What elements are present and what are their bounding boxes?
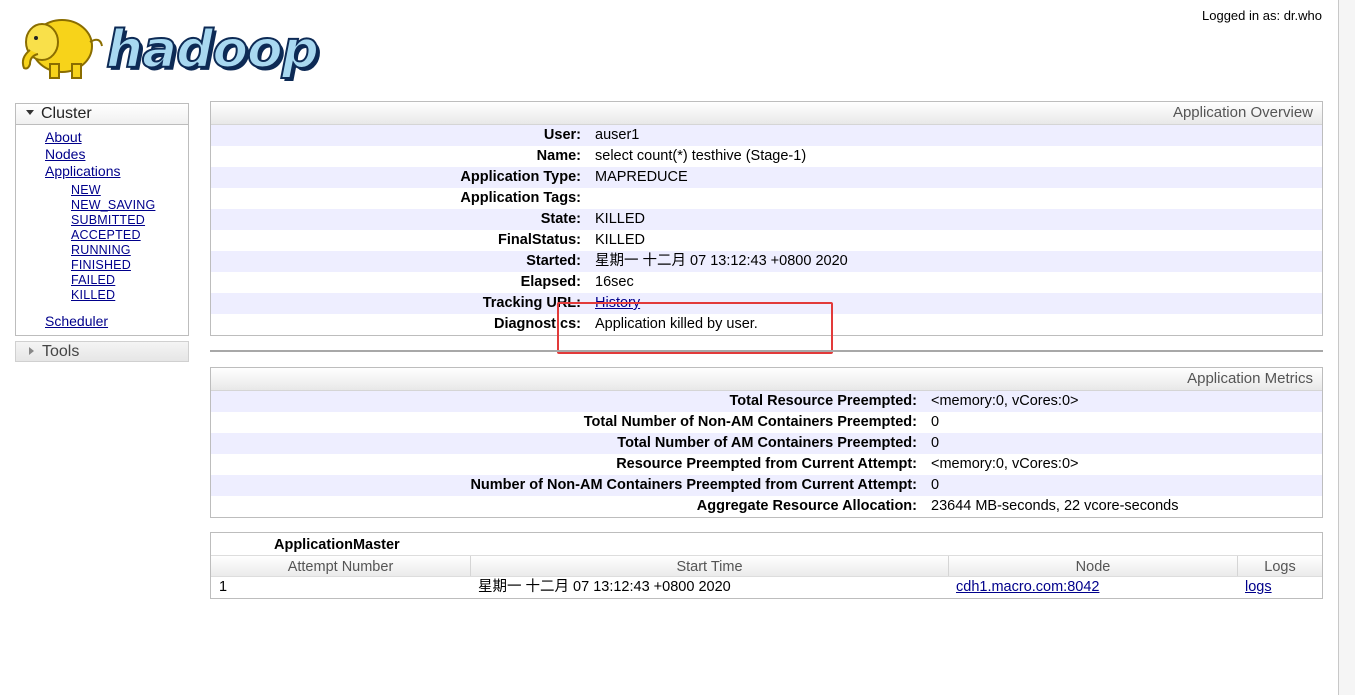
start-time-cell: 星期一 十二月 07 13:12:43 +0800 2020: [478, 579, 731, 595]
table-row: 1 星期一 十二月 07 13:12:43 +0800 2020 cdh1.ma…: [211, 577, 1322, 598]
metric-value: <memory:0, vCores:0>: [931, 456, 1079, 472]
info-key: Application Type:: [460, 169, 581, 185]
info-value: auser1: [595, 127, 640, 143]
info-row-started: Started: 星期一 十二月 07 13:12:43 +0800 2020: [211, 251, 1322, 272]
column-header-attempt-number[interactable]: Attempt Number: [211, 556, 471, 576]
application-state-links: NEW NEW_SAVING SUBMITTED ACCEPTED RUNNIN…: [45, 180, 188, 313]
hadoop-logo[interactable]: hadoop: [16, 6, 320, 84]
cluster-label: Cluster: [41, 105, 92, 122]
metric-row: Aggregate Resource Allocation: 23644 MB-s…: [211, 496, 1322, 517]
section-divider: [210, 350, 1323, 352]
info-value: KILLED: [595, 211, 645, 227]
triangle-down-icon: [26, 110, 34, 115]
triangle-right-icon: [29, 347, 34, 355]
application-overview-panel: Application Overview User: auser1 Name: se…: [210, 101, 1323, 336]
info-key: Application Tags:: [460, 190, 581, 206]
state-link-killed[interactable]: KILLED: [71, 288, 188, 303]
column-header-node[interactable]: Node: [949, 556, 1238, 576]
cluster-header[interactable]: Cluster: [16, 104, 188, 125]
info-value: Application killed by user.: [595, 316, 758, 332]
info-value: 星期一 十二月 07 13:12:43 +0800 2020: [595, 253, 848, 269]
state-link-running[interactable]: RUNNING: [71, 243, 188, 258]
metric-key: Resource Preempted from Current Attempt:: [616, 456, 917, 472]
info-key: Tracking URL:: [482, 295, 581, 311]
info-row-diagnostics: Diagnostics: Application killed by user.: [211, 314, 1322, 335]
info-key: User:: [543, 127, 581, 143]
column-header-logs[interactable]: Logs: [1238, 556, 1322, 576]
metric-key: Total Number of Non-AM Containers Preemp…: [583, 414, 917, 430]
metric-value: <memory:0, vCores:0>: [931, 393, 1079, 409]
metric-key: Total Number of AM Containers Preempted:: [617, 435, 917, 451]
state-link-new-saving[interactable]: NEW_SAVING: [71, 198, 188, 213]
metrics-title: Application Metrics: [211, 368, 1322, 391]
state-link-finished[interactable]: FINISHED: [71, 258, 188, 273]
table-header-row: Attempt Number Start Time Node Logs: [211, 555, 1322, 577]
tracking-url-history-link[interactable]: History: [595, 295, 640, 311]
sidebar-link-nodes[interactable]: Nodes: [45, 146, 188, 163]
cluster-section: Cluster About Nodes Applications NEW NEW…: [15, 103, 189, 336]
info-row-user: User: auser1: [211, 125, 1322, 146]
info-row-application-tags: Application Tags:: [211, 188, 1322, 209]
tools-label: Tools: [42, 343, 80, 360]
info-value: [581, 188, 595, 209]
scrollbar[interactable]: [1339, 0, 1355, 695]
elephant-icon: [21, 19, 103, 79]
cluster-links: About Nodes Applications NEW NEW_SAVING …: [16, 125, 188, 335]
metric-value: 0: [931, 435, 940, 451]
overview-title: Application Overview: [211, 102, 1322, 125]
metrics-rows: Total Resource Preempted: <memory:0, vCor…: [211, 391, 1322, 517]
column-header-start-time[interactable]: Start Time: [471, 556, 949, 576]
tools-section-header[interactable]: Tools: [15, 341, 189, 362]
attempt-number-cell: 1: [219, 579, 228, 595]
info-key: Started:: [526, 253, 581, 269]
info-key: State:: [540, 211, 581, 227]
info-row-tracking-url: Tracking URL: History: [211, 293, 1322, 314]
application-master-table: ApplicationMaster Attempt Number Start T…: [210, 532, 1323, 599]
metric-row: Total Number of AM Containers Preempted:…: [211, 433, 1322, 454]
sidebar-link-applications[interactable]: Applications: [45, 163, 188, 180]
hadoop-wordmark: hadoop: [105, 19, 320, 81]
application-metrics-panel: Application Metrics Total Resource Preem…: [210, 367, 1323, 518]
sidebar-link-scheduler[interactable]: Scheduler: [45, 313, 188, 330]
info-value: 16sec: [595, 274, 634, 290]
metric-value: 0: [931, 414, 940, 430]
metric-row: Total Number of Non-AM Containers Preemp…: [211, 412, 1322, 433]
metric-row: Total Resource Preempted: <memory:0, vCor…: [211, 391, 1322, 412]
metric-row: Number of Non-AM Containers Preempted fr…: [211, 475, 1322, 496]
info-key: Diagnostics:: [493, 316, 581, 332]
state-link-failed[interactable]: FAILED: [71, 273, 188, 288]
metric-value: 0: [931, 477, 940, 493]
info-key: Elapsed:: [520, 274, 581, 290]
info-value: MAPREDUCE: [595, 169, 688, 185]
application-master-title: ApplicationMaster: [274, 537, 400, 553]
state-link-submitted[interactable]: SUBMITTED: [71, 213, 188, 228]
sidebar-link-about[interactable]: About: [45, 129, 188, 146]
info-row-name: Name: select count(*) testhive (Stage-1): [211, 146, 1322, 167]
info-row-state: State: KILLED: [211, 209, 1322, 230]
info-key: Name:: [536, 148, 581, 164]
info-value: KILLED: [595, 232, 645, 248]
state-link-accepted[interactable]: ACCEPTED: [71, 228, 188, 243]
info-value: select count(*) testhive (Stage-1): [595, 148, 807, 164]
node-link[interactable]: cdh1.macro.com:8042: [956, 579, 1099, 595]
overview-rows: User: auser1 Name: select count(*) testhiv…: [211, 125, 1322, 335]
info-row-final-status: FinalStatus: KILLED: [211, 230, 1322, 251]
info-key: FinalStatus:: [498, 232, 581, 248]
info-row-application-type: Application Type: MAPREDUCE: [211, 167, 1322, 188]
metric-key: Number of Non-AM Containers Preempted fr…: [470, 477, 917, 493]
logs-link[interactable]: logs: [1245, 579, 1272, 595]
metric-row: Resource Preempted from Current Attempt:…: [211, 454, 1322, 475]
state-link-new[interactable]: NEW: [71, 183, 188, 198]
logged-in-status: Logged in as: dr.who: [1202, 8, 1322, 23]
metric-value: 23644 MB-seconds, 22 vcore-seconds: [931, 498, 1179, 514]
info-row-elapsed: Elapsed: 16sec: [211, 272, 1322, 293]
metric-key: Aggregate Resource Allocation:: [696, 498, 917, 514]
sidebar: Cluster About Nodes Applications NEW NEW…: [15, 103, 189, 362]
metric-key: Total Resource Preempted:: [729, 393, 917, 409]
